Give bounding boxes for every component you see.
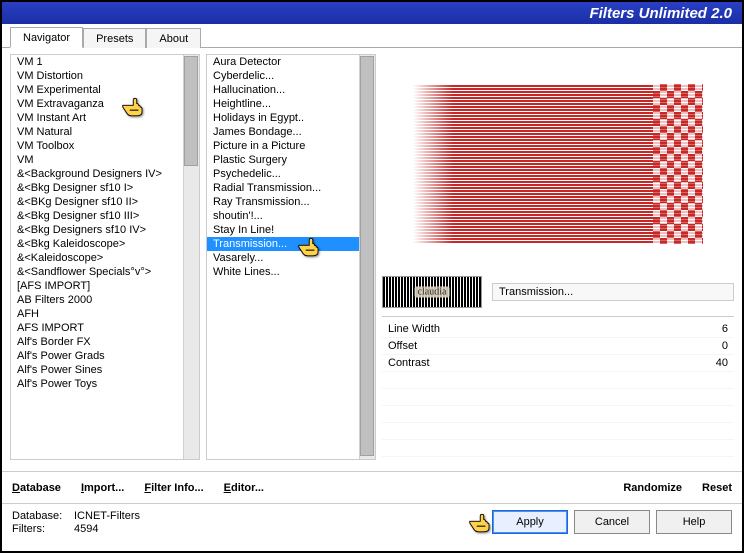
- filter-item[interactable]: Picture in a Picture: [207, 139, 375, 153]
- toolbar-randomize[interactable]: Randomize: [623, 482, 682, 494]
- param-row-empty: ..: [382, 389, 734, 406]
- param-row-empty: ..: [382, 406, 734, 423]
- filter-item[interactable]: Stay In Line!: [207, 223, 375, 237]
- param-row[interactable]: Offset 0: [382, 338, 734, 355]
- param-row-empty: ..: [382, 423, 734, 440]
- status-db-label: Database:: [12, 510, 68, 522]
- tab-presets[interactable]: Presets: [83, 28, 146, 48]
- toolbar-database[interactable]: Database: [12, 482, 61, 494]
- filter-item[interactable]: Cyberdelic...: [207, 69, 375, 83]
- filter-item[interactable]: Aura Detector: [207, 55, 375, 69]
- filter-name-row: claudia Transmission...: [382, 276, 734, 308]
- nav-item[interactable]: AFH: [11, 307, 199, 321]
- param-row-empty: ..: [382, 440, 734, 457]
- scrollbar-thumb[interactable]: [184, 56, 198, 166]
- toolbar-reset[interactable]: Reset: [702, 482, 732, 494]
- nav-item[interactable]: AB Filters 2000: [11, 293, 199, 307]
- nav-item[interactable]: &<Bkg Designers sf10 IV>: [11, 223, 199, 237]
- app-title: Filters Unlimited 2.0: [589, 5, 732, 22]
- filter-thumbnail: claudia: [382, 276, 482, 308]
- filter-name-field[interactable]: Transmission...: [492, 283, 734, 301]
- nav-item[interactable]: AFS IMPORT: [11, 321, 199, 335]
- tab-about[interactable]: About: [146, 28, 201, 48]
- app-window: Filters Unlimited 2.0 NavigatorPresetsAb…: [0, 0, 744, 553]
- nav-item[interactable]: &<Sandflower Specials°v°>: [11, 265, 199, 279]
- status-filters: Filters: 4594: [12, 523, 140, 535]
- status-block: Database: ICNET-Filters Filters: 4594: [12, 510, 140, 535]
- nav-item[interactable]: VM Natural: [11, 125, 199, 139]
- apply-button[interactable]: Apply: [492, 510, 568, 534]
- nav-item[interactable]: &<Background Designers IV>: [11, 167, 199, 181]
- nav-item[interactable]: &<Bkg Designer sf10 I>: [11, 181, 199, 195]
- param-label: Offset: [388, 340, 417, 352]
- scrollbar-track[interactable]: [359, 55, 375, 459]
- cancel-button[interactable]: Cancel: [574, 510, 650, 534]
- filter-item[interactable]: Hallucination...: [207, 83, 375, 97]
- filters-column: Aura DetectorCyberdelic...Hallucination.…: [206, 54, 376, 469]
- param-row[interactable]: Contrast 40: [382, 355, 734, 372]
- thumbnail-label: claudia: [415, 287, 450, 298]
- nav-item[interactable]: Alf's Border FX: [11, 335, 199, 349]
- filter-item[interactable]: Plastic Surgery: [207, 153, 375, 167]
- filter-item[interactable]: Holidays in Egypt..: [207, 111, 375, 125]
- nav-item[interactable]: VM: [11, 153, 199, 167]
- tab-navigator[interactable]: Navigator: [10, 27, 83, 48]
- nav-item[interactable]: &<Bkg Kaleidoscope>: [11, 237, 199, 251]
- body: VM 1VM DistortionVM ExperimentalVM Extra…: [2, 48, 742, 469]
- preview-area: [382, 54, 734, 274]
- toolbar: Database Import... Filter Info... Editor…: [2, 471, 742, 503]
- status-filters-label: Filters:: [12, 523, 68, 535]
- filter-item[interactable]: Ray Transmission...: [207, 195, 375, 209]
- nav-item[interactable]: VM 1: [11, 55, 199, 69]
- filter-item[interactable]: White Lines...: [207, 265, 375, 279]
- tab-strip: NavigatorPresetsAbout: [2, 24, 742, 48]
- status-db-value: ICNET-Filters: [74, 510, 140, 522]
- param-value: 40: [716, 357, 728, 369]
- filter-item[interactable]: Transmission...: [207, 237, 375, 251]
- param-label: Contrast: [388, 357, 430, 369]
- filter-item[interactable]: Radial Transmission...: [207, 181, 375, 195]
- filter-item[interactable]: Heightline...: [207, 97, 375, 111]
- filter-item[interactable]: James Bondage...: [207, 125, 375, 139]
- nav-item[interactable]: [AFS IMPORT]: [11, 279, 199, 293]
- param-label: Line Width: [388, 323, 440, 335]
- status-database: Database: ICNET-Filters: [12, 510, 140, 522]
- scrollbar-thumb[interactable]: [360, 56, 374, 456]
- preview-checker: [653, 84, 703, 244]
- toolbar-editor[interactable]: Editor...: [224, 482, 264, 494]
- nav-item[interactable]: VM Distortion: [11, 69, 199, 83]
- preview-canvas: [413, 84, 703, 244]
- nav-item[interactable]: &<Kaleidoscope>: [11, 251, 199, 265]
- toolbar-import[interactable]: Import...: [81, 482, 124, 494]
- status-filters-value: 4594: [74, 523, 98, 535]
- navigator-list[interactable]: VM 1VM DistortionVM ExperimentalVM Extra…: [10, 54, 200, 460]
- nav-item[interactable]: VM Extravaganza: [11, 97, 199, 111]
- nav-item[interactable]: VM Toolbox: [11, 139, 199, 153]
- nav-item[interactable]: &<BKg Designer sf10 II>: [11, 195, 199, 209]
- footer: Database: ICNET-Filters Filters: 4594 Ap…: [2, 503, 742, 551]
- help-button[interactable]: Help: [656, 510, 732, 534]
- navigator-column: VM 1VM DistortionVM ExperimentalVM Extra…: [10, 54, 200, 469]
- param-value: 0: [722, 340, 728, 352]
- params-panel: Line Width 6 Offset 0 Contrast 40..........: [382, 316, 734, 457]
- filter-item[interactable]: shoutin'!...: [207, 209, 375, 223]
- nav-item[interactable]: Alf's Power Toys: [11, 377, 199, 391]
- scrollbar-track[interactable]: [183, 55, 199, 459]
- nav-item[interactable]: Alf's Power Grads: [11, 349, 199, 363]
- param-row-empty: ..: [382, 372, 734, 389]
- preview-fade: [413, 84, 453, 244]
- right-column: claudia Transmission... Line Width 6 Offse…: [382, 54, 734, 469]
- nav-item[interactable]: Alf's Power Sines: [11, 363, 199, 377]
- nav-item[interactable]: &<Bkg Designer sf10 III>: [11, 209, 199, 223]
- nav-item[interactable]: VM Instant Art: [11, 111, 199, 125]
- filter-item[interactable]: Psychedelic...: [207, 167, 375, 181]
- nav-item[interactable]: VM Experimental: [11, 83, 199, 97]
- filters-list[interactable]: Aura DetectorCyberdelic...Hallucination.…: [206, 54, 376, 460]
- param-value: 6: [722, 323, 728, 335]
- toolbar-filter-info[interactable]: Filter Info...: [144, 482, 203, 494]
- titlebar: Filters Unlimited 2.0: [2, 2, 742, 24]
- filter-item[interactable]: Vasarely...: [207, 251, 375, 265]
- param-row[interactable]: Line Width 6: [382, 321, 734, 338]
- button-row: Apply Cancel Help: [492, 510, 732, 534]
